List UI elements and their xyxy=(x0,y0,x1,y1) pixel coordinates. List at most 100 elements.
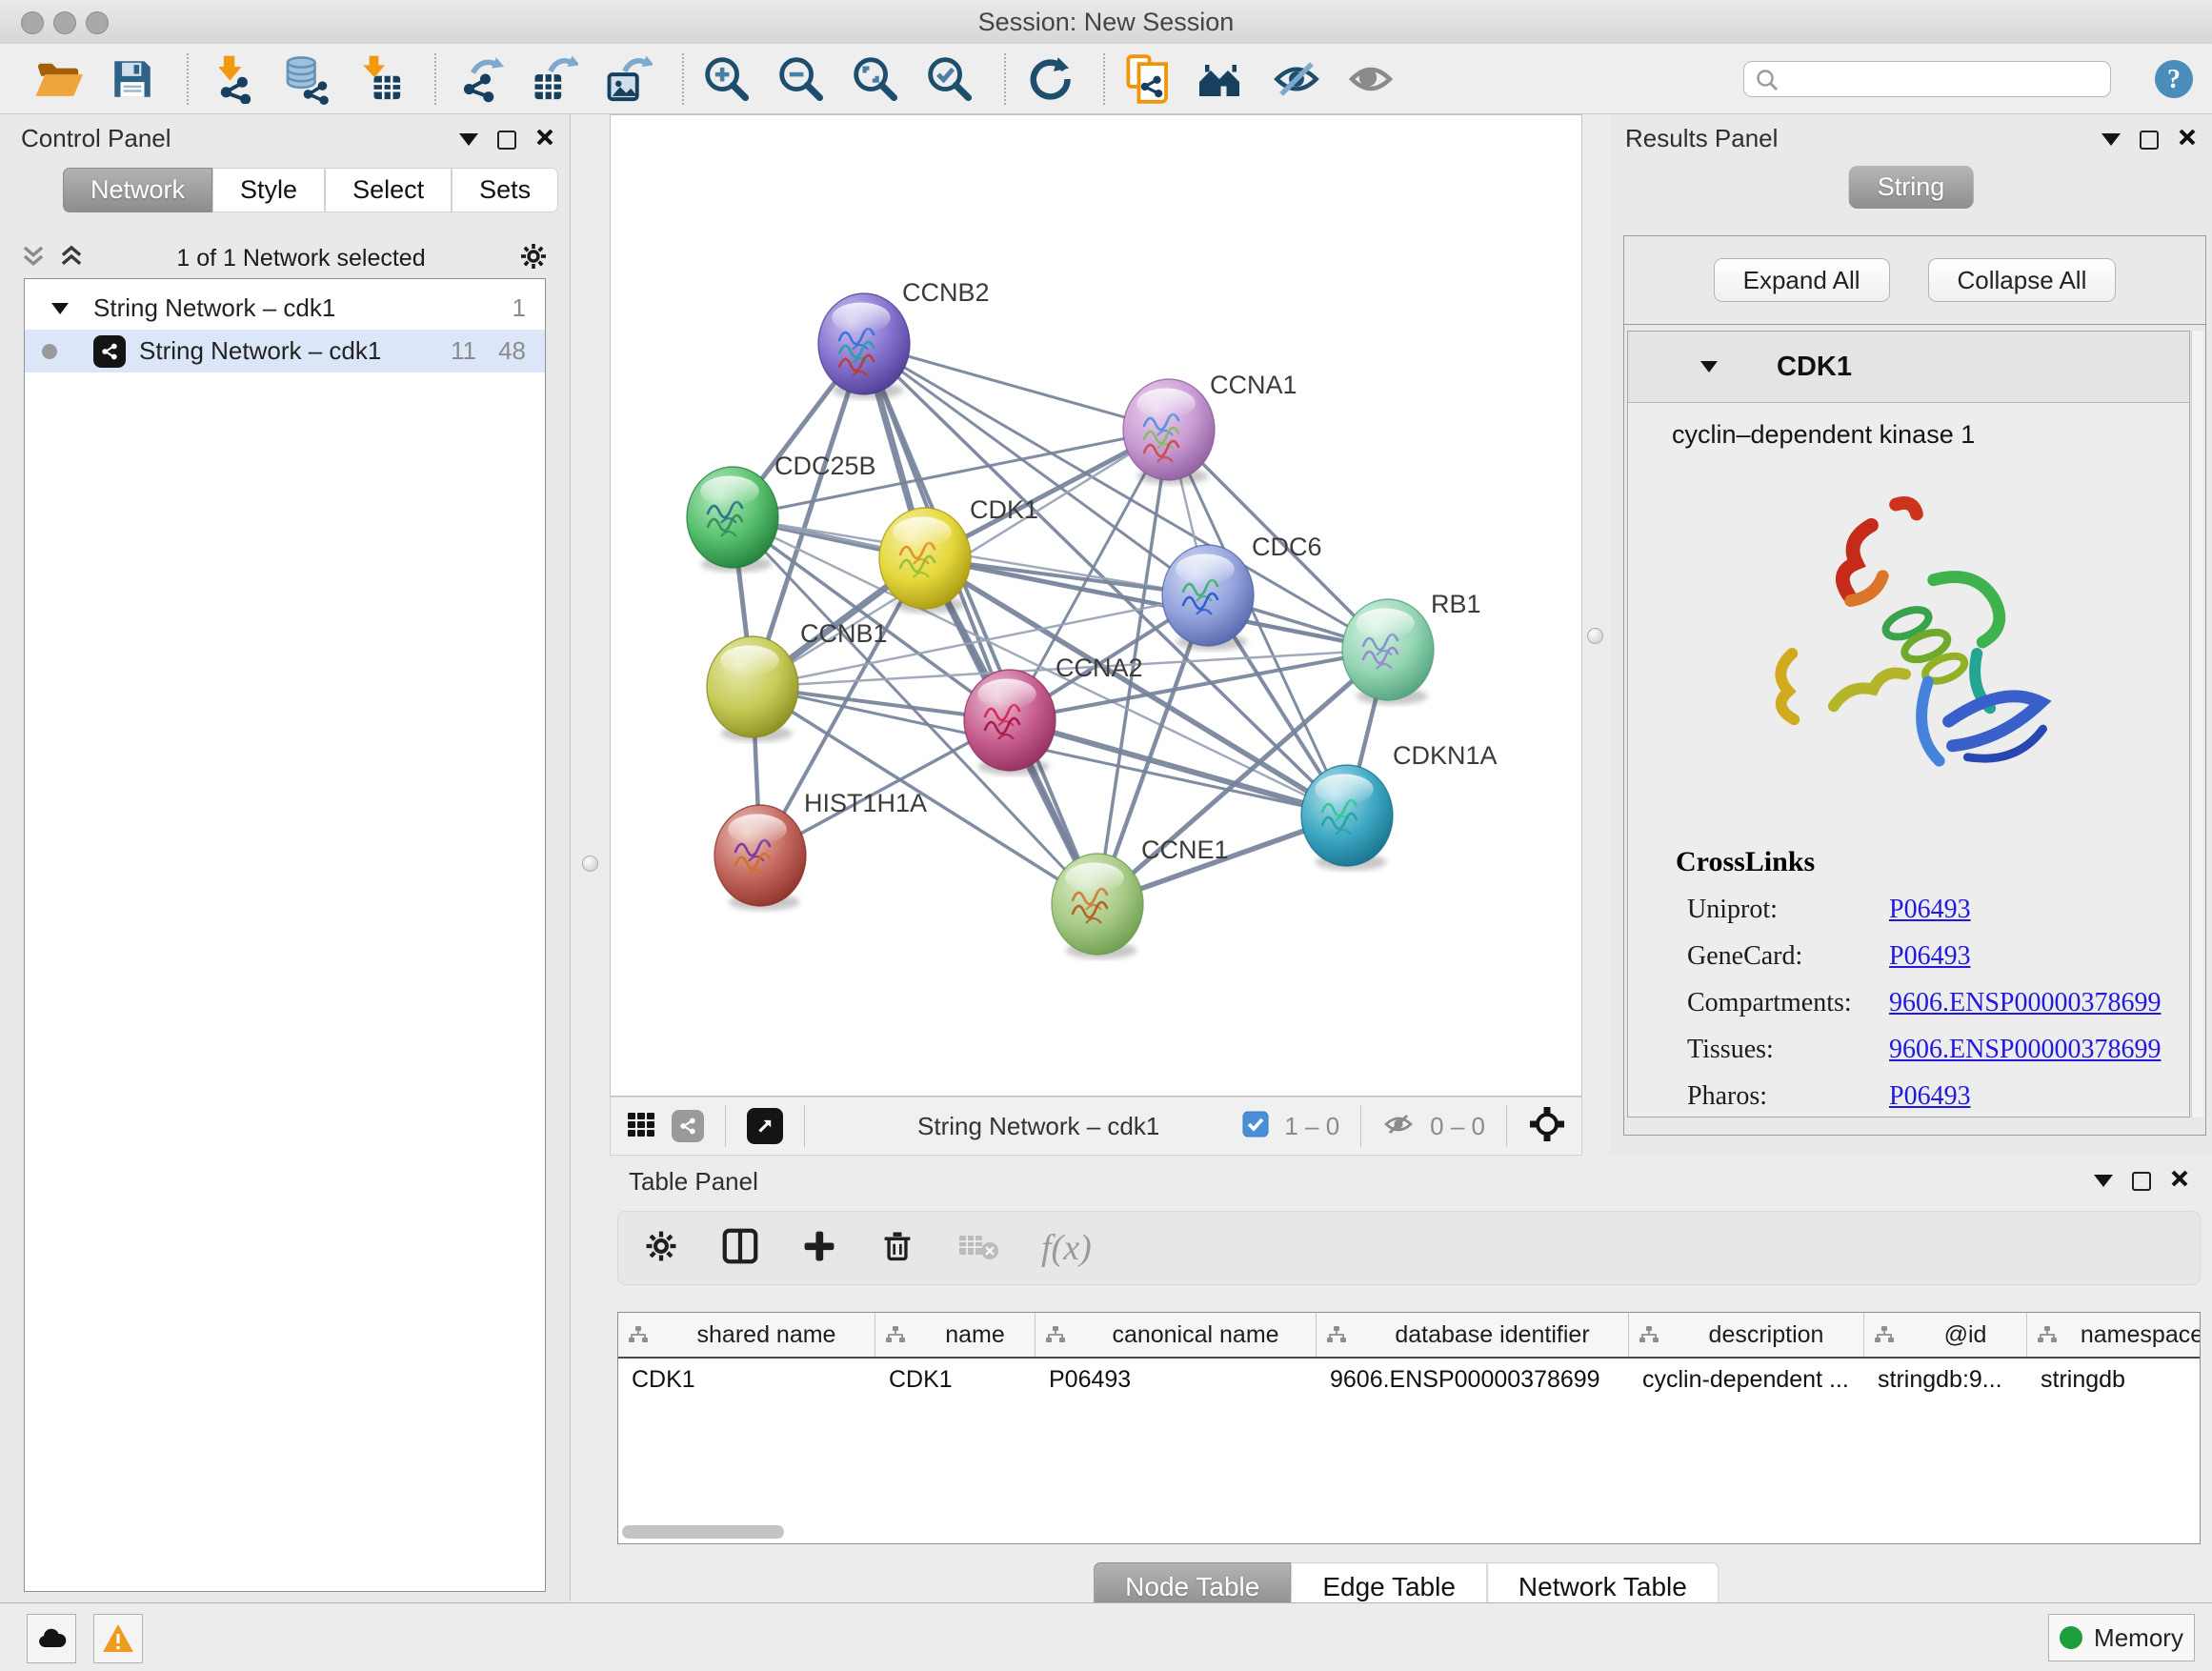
expand-all-networks-icon[interactable] xyxy=(59,244,84,273)
save-session-icon[interactable] xyxy=(107,52,158,106)
birds-eye-toggle-icon[interactable] xyxy=(1528,1105,1566,1148)
crosslink-link[interactable]: P06493 xyxy=(1889,941,1971,972)
cloud-status-button[interactable] xyxy=(27,1614,76,1663)
toolbar-separator xyxy=(187,53,189,105)
results-scrollbar[interactable] xyxy=(2191,331,2203,1117)
import-network-file-icon[interactable] xyxy=(206,52,257,106)
import-table-icon[interactable] xyxy=(354,52,406,106)
warnings-button[interactable] xyxy=(93,1614,143,1663)
zoom-fit-icon[interactable] xyxy=(850,52,901,106)
network-node-CDK1[interactable] xyxy=(879,508,971,614)
selected-checkbox-icon[interactable] xyxy=(1242,1111,1269,1142)
tab-select[interactable]: Select xyxy=(325,168,452,212)
panel-float-icon[interactable] xyxy=(2140,131,2159,150)
table-cell[interactable]: stringdb xyxy=(2027,1359,2201,1402)
column-header-namespace[interactable]: namespace xyxy=(2027,1313,2201,1357)
network-node-CCNB1[interactable] xyxy=(707,636,798,742)
hidden-eye-icon[interactable] xyxy=(1382,1108,1415,1145)
table-cell[interactable]: cyclin-dependent ... xyxy=(1629,1359,1864,1402)
network-node-CDC25B[interactable] xyxy=(687,467,778,573)
table-hscrollbar-thumb[interactable] xyxy=(622,1525,784,1539)
tab-style[interactable]: Style xyxy=(212,168,325,212)
collapse-all-networks-icon[interactable] xyxy=(21,244,46,273)
column-header-name[interactable]: name xyxy=(875,1313,1036,1357)
network-node-HIST1H1A[interactable] xyxy=(714,805,806,911)
delete-column-icon[interactable] xyxy=(879,1228,915,1269)
open-session-icon[interactable] xyxy=(32,52,84,106)
tab-network[interactable]: Network xyxy=(63,168,212,212)
panel-menu-icon[interactable] xyxy=(459,133,478,146)
tab-sets[interactable]: Sets xyxy=(452,168,558,212)
network-node-label-CCNE1: CCNE1 xyxy=(1141,836,1229,864)
table-cell[interactable]: 9606.ENSP00000378699 xyxy=(1317,1359,1629,1402)
table-options-gear-icon[interactable] xyxy=(643,1228,679,1269)
zoom-in-icon[interactable] xyxy=(701,52,753,106)
panel-menu-icon[interactable] xyxy=(2094,1175,2113,1187)
network-node-CCNA2[interactable] xyxy=(964,670,1056,775)
section-collapse-icon[interactable] xyxy=(1700,361,1718,372)
table-cell[interactable]: CDK1 xyxy=(618,1359,875,1402)
network-node-CDKN1A[interactable] xyxy=(1301,765,1393,871)
panel-menu-icon[interactable] xyxy=(2101,133,2121,146)
collapse-all-button[interactable]: Collapse All xyxy=(1928,258,2117,302)
panel-close-icon[interactable] xyxy=(2178,128,2197,151)
network-collection-row[interactable]: String Network – cdk1 1 xyxy=(25,287,545,330)
grid-view-icon[interactable] xyxy=(626,1109,656,1144)
panel-close-icon[interactable] xyxy=(2170,1169,2189,1193)
crosslink-label: Pharos: xyxy=(1687,1081,1889,1112)
window-title: Session: New Session xyxy=(0,8,2212,37)
zoom-selected-icon[interactable] xyxy=(924,52,975,106)
status-bar: Memory xyxy=(0,1602,2212,1671)
string-home-icon[interactable] xyxy=(1196,52,1248,106)
network-options-gear-icon[interactable] xyxy=(518,241,549,276)
column-header-database-identifier[interactable]: database identifier xyxy=(1317,1313,1629,1357)
column-header-@id[interactable]: @id xyxy=(1864,1313,2027,1357)
network-node-RB1[interactable] xyxy=(1342,599,1434,705)
search-input[interactable] xyxy=(1743,61,2111,97)
network-view-icon[interactable] xyxy=(672,1110,704,1142)
left-splitter-handle[interactable] xyxy=(582,856,598,872)
string-import-icon[interactable] xyxy=(1122,52,1174,106)
crosslink-label: Tissues: xyxy=(1687,1035,1889,1065)
panel-close-icon[interactable] xyxy=(535,128,554,151)
expand-all-button[interactable]: Expand All xyxy=(1714,258,1890,302)
export-table-icon[interactable] xyxy=(528,52,579,106)
memory-status-dot xyxy=(2060,1626,2082,1649)
table-cell[interactable]: stringdb:9... xyxy=(1864,1359,2027,1402)
apply-layout-icon[interactable] xyxy=(1023,52,1075,106)
toolbar-separator xyxy=(682,53,684,105)
zoom-out-icon[interactable] xyxy=(775,52,827,106)
network-edge[interactable] xyxy=(925,558,1388,650)
collection-expand-icon[interactable] xyxy=(51,303,69,314)
network-node-CCNE1[interactable] xyxy=(1052,854,1143,959)
show-all-icon[interactable] xyxy=(1345,52,1397,106)
memory-button[interactable]: Memory xyxy=(2048,1614,2195,1661)
table-row[interactable]: CDK1CDK1P064939606.ENSP00000378699cyclin… xyxy=(618,1359,2200,1402)
crosslink-link[interactable]: 9606.ENSP00000378699 xyxy=(1889,1035,2161,1065)
network-canvas[interactable]: CCNB2CCNA1CDC25BCDK1CDC6RB1CCNB1CCNA2CDK… xyxy=(610,114,1582,1097)
help-icon[interactable]: ? xyxy=(2153,58,2195,100)
column-header-description[interactable]: description xyxy=(1629,1313,1864,1357)
hide-selected-icon[interactable] xyxy=(1271,52,1322,106)
import-network-database-icon[interactable] xyxy=(280,52,332,106)
crosslink-link[interactable]: P06493 xyxy=(1889,895,1971,925)
show-columns-icon[interactable] xyxy=(721,1227,759,1270)
panel-float-icon[interactable] xyxy=(2132,1172,2151,1191)
crosslink-link[interactable]: 9606.ENSP00000378699 xyxy=(1889,988,2161,1018)
network-node-CCNA1[interactable] xyxy=(1123,379,1215,485)
table-cell[interactable]: CDK1 xyxy=(875,1359,1036,1402)
network-node-CDC6[interactable] xyxy=(1162,545,1254,651)
detach-view-icon[interactable] xyxy=(747,1108,783,1144)
tab-string[interactable]: String xyxy=(1849,166,1974,209)
add-column-icon[interactable] xyxy=(801,1228,837,1269)
table-cell[interactable]: P06493 xyxy=(1036,1359,1317,1402)
export-network-icon[interactable] xyxy=(453,52,505,106)
right-splitter-handle[interactable] xyxy=(1587,628,1603,644)
protein-section-header[interactable]: CDK1 xyxy=(1628,332,2189,403)
column-header-canonical-name[interactable]: canonical name xyxy=(1036,1313,1317,1357)
panel-float-icon[interactable] xyxy=(497,131,516,150)
network-row-selected[interactable]: String Network – cdk1 11 48 xyxy=(25,330,545,372)
export-image-icon[interactable] xyxy=(602,52,654,106)
crosslink-link[interactable]: P06493 xyxy=(1889,1081,1971,1112)
column-header-shared-name[interactable]: shared name xyxy=(618,1313,875,1357)
